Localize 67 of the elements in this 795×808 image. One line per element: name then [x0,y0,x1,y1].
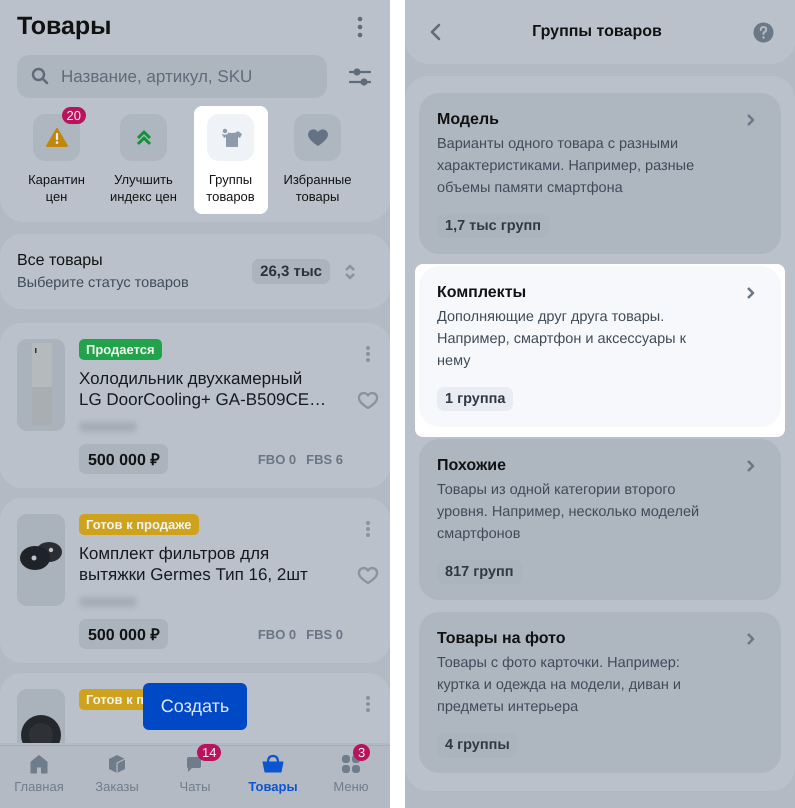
product-name: Холодильник двухкамерный LG DoorCooling+ GA-B509CE… [79,368,328,410]
shortcut-label: Группы товаров [205,171,256,205]
basket-icon [262,754,284,774]
filter-subtitle: Выберите статус товаров [17,275,190,291]
chevron-right-icon [746,113,756,127]
shortcut-label: Избранные товары [282,171,352,205]
group-title: Товары на фото [437,630,566,648]
chevron-right-icon [746,459,756,473]
heart-outline-icon[interactable] [357,391,379,410]
product-card[interactable]: Готов к продаже Комплект фильтров для вытяжки Germes Тип 16, 2шт 500 000 ₽ FBO 0 FBS 0 [0,498,390,663]
stock-label: FBS 6 [306,452,343,466]
stock-label: FBO 0 [258,452,296,466]
filter-title: Все товары [17,252,104,270]
sort-icon[interactable] [344,262,356,280]
count-badge: 3 [353,744,370,761]
back-icon[interactable] [429,23,441,41]
double-chevron-up-icon [136,130,152,146]
screen-title: Товары [17,12,112,41]
filter-icon[interactable] [349,66,371,86]
price-chip: 500 000 ₽ [79,444,168,474]
heart-outline-icon[interactable] [357,566,379,585]
product-card[interactable]: Продается Холодильник двухкамерный LG DoorCooling+ GA-B509CE… 500 000 ₽ FBO 0 FBS 6 [0,323,390,488]
count-chip: 1 группа [437,387,514,411]
shortcut-tile[interactable]: 20 Карантин цен [20,106,94,214]
home-icon [29,754,49,774]
stock-label: FBO 0 [258,626,296,642]
shortcut-label: Улучшить индекс цен [109,171,178,205]
warning-icon [46,128,68,147]
chevron-right-icon [746,632,756,646]
product-name: Комплект фильтров для вытяжки Germes Тип 16, 2шт [79,543,309,585]
group-description: Варианты одного товара с разными характеристиками. Например, разные объемы памяти смартфона [437,135,696,198]
price-chip: 500 000 ₽ [79,619,168,649]
count-chip: 4 группы [437,733,518,757]
group-card[interactable]: Комплекты Дополняющие друг друга товары. Например, смартфон и аксессуары к нему 1 группа [415,264,785,437]
count-badge: 20 [62,107,86,124]
stock-label: FBS 0 [306,626,343,642]
count-chip: 1,7 тыс групп [437,214,550,238]
screen-title: Группы товаров [532,23,662,41]
more-icon[interactable] [365,345,371,363]
shortcut-tile[interactable]: Избранные товары [280,106,354,214]
status-tag: Продается [79,339,162,360]
group-description: Дополняющие друг друга товары. Например, смартфон и аксессуары к нему [437,308,687,371]
box-icon [107,754,127,774]
count-badge: 14 [197,744,222,761]
count-chip: 26,3 тыс [252,259,330,284]
help-icon[interactable] [752,22,774,42]
group-description: Товары с фото карточки. Например: куртка и одежда на модели, диван и предметы интерьера [437,654,682,717]
group-title: Комплекты [437,284,526,302]
group-description: Товары из одной категории второго уровня. Например, несколько моделей смартфонов [437,481,700,544]
shortcut-tile[interactable]: Группы товаров [194,106,268,214]
group-title: Модель [437,111,499,129]
more-icon[interactable] [365,520,371,538]
shortcut-tile[interactable]: Улучшить индекс цен [106,106,180,214]
shortcut-label: Карантин цен [27,171,86,205]
count-chip: 817 групп [437,560,522,584]
status-tag: Готов к продаже [79,514,199,535]
more-icon[interactable] [365,695,371,713]
more-icon[interactable] [357,16,363,38]
search-icon [31,67,49,85]
status-filter[interactable]: Все товары Выберите статус товаров 26,3 тыс [0,234,390,309]
search-field[interactable]: Название, артикул, SKU [17,55,327,98]
nav-tab[interactable]: 14 Чаты [156,746,234,808]
heart-icon [306,128,328,147]
nav-tab[interactable]: 3 Меню [312,746,390,808]
create-button[interactable]: Создать [143,683,247,730]
chevron-right-icon [746,286,756,300]
group-title: Похожие [437,457,506,475]
